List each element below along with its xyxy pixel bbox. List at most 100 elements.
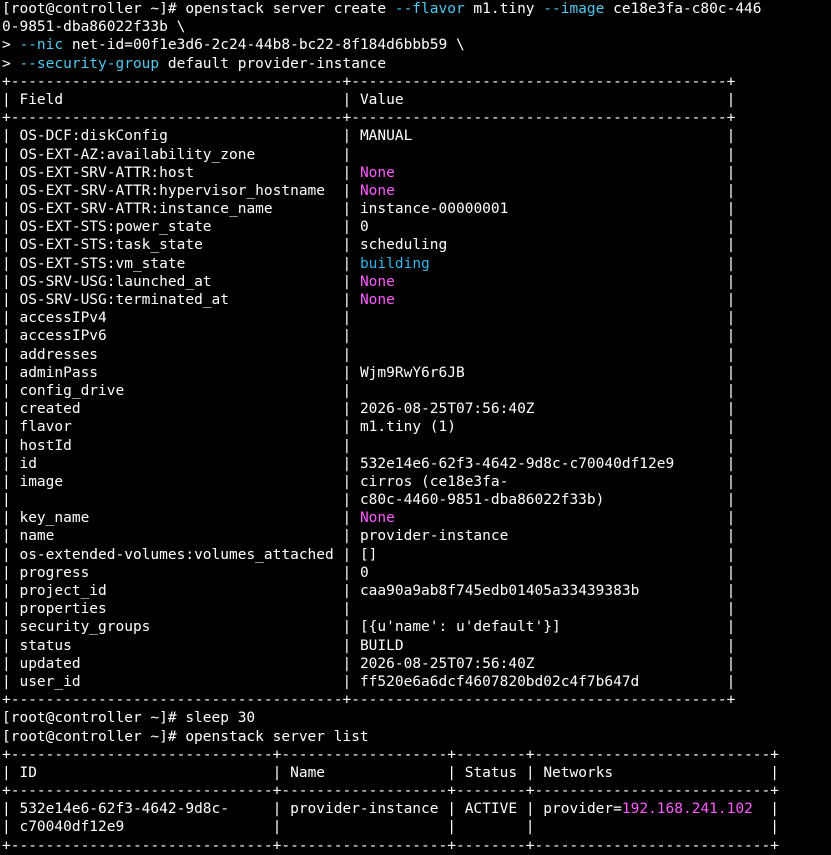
table-row: | OS-EXT-SRV-ATTR:host | None | xyxy=(2,164,831,182)
cell-separator: | xyxy=(333,546,360,563)
table-row: | | c80c-4460-9851-dba86022f33b) | xyxy=(2,491,831,509)
field-name: flavor xyxy=(19,419,72,436)
cell-separator: | xyxy=(150,619,360,636)
field-name: project_id xyxy=(19,583,107,599)
table-border: +------------------------------+--------… xyxy=(2,837,831,855)
cell-separator: | xyxy=(394,182,736,199)
column-header: ID xyxy=(19,764,37,781)
field-name: security_groups xyxy=(19,619,151,636)
field-name: status xyxy=(19,637,72,654)
command-continuation-line: > --nic net-id=00f1e3d6-2c24-44b8-bc22-8… xyxy=(2,36,831,54)
field-name: properties xyxy=(19,601,107,618)
column-header: Networks xyxy=(543,764,614,781)
header-field: Field xyxy=(19,91,64,108)
header-value: Value xyxy=(359,91,404,108)
image-value: ce18e3fa-c80c-446 xyxy=(604,1,762,17)
field-name: created xyxy=(19,401,81,418)
cell-separator: | xyxy=(2,219,20,236)
cell-separator: | xyxy=(2,564,20,581)
field-value: 2026-08-25T07:56:40Z xyxy=(359,401,535,418)
command-line: [root@controller ~]# sleep 30 xyxy=(2,709,831,727)
cell-separator: | xyxy=(98,364,360,381)
cell-separator: | xyxy=(534,655,736,672)
cell-separator: | xyxy=(377,546,736,563)
cell-separator: | xyxy=(2,619,20,636)
cell-separator: | xyxy=(394,510,736,527)
table-border-text: +------------------------------+--------… xyxy=(2,837,779,854)
cell-separator: | xyxy=(438,801,465,818)
cell-separator: | xyxy=(359,382,736,399)
table-border: +------------------------------+--------… xyxy=(2,782,831,800)
cell-separator: | xyxy=(2,91,20,108)
field-value: c80c-4460-9851-dba86022f33b) xyxy=(359,492,605,509)
network-ip: 192.168.241.102 xyxy=(621,801,753,818)
cell-separator: | xyxy=(211,273,360,290)
cell-separator: | xyxy=(429,255,736,272)
cell-separator: | xyxy=(63,473,360,490)
field-value: ff520e6a6dcf4607820bd02c4f7b647d xyxy=(359,673,640,690)
field-value: m1.tiny (1) xyxy=(359,419,456,436)
cell-separator: | xyxy=(359,310,736,327)
cell-separator: | xyxy=(2,455,20,472)
table-border-text: +------------------------------+--------… xyxy=(2,783,779,800)
cell-separator: | xyxy=(2,328,20,345)
command-text: sleep 30 xyxy=(185,710,256,727)
cell-separator: | xyxy=(455,419,736,436)
field-value: 2026-08-25T07:56:40Z xyxy=(359,655,535,672)
cell-separator: | xyxy=(2,237,20,254)
flag-flavor: --flavor xyxy=(394,1,465,17)
cell-separator: | xyxy=(106,583,360,599)
field-value: [] xyxy=(359,546,378,563)
shell-prompt: [root@controller ~]# xyxy=(2,1,186,17)
cell-separator: | xyxy=(639,583,736,599)
cell-separator: | xyxy=(80,655,360,672)
field-name: addresses xyxy=(19,346,99,363)
table-row: | accessIPv6 | | xyxy=(2,327,831,345)
cell-separator: | xyxy=(2,401,20,418)
cell-separator: | xyxy=(447,237,736,254)
shell-prompt: [root@controller ~]# xyxy=(2,710,186,727)
table-row: | key_name | None | xyxy=(2,509,831,527)
flag-security-group: --security-group xyxy=(19,55,160,72)
field-name: OS-EXT-STS:task_state xyxy=(19,237,203,254)
cell-separator: | xyxy=(19,492,360,509)
cell-separator: | xyxy=(2,346,20,363)
field-value: 532e14e6-62f3-4642-9d8c-c70040df12e9 xyxy=(359,455,675,472)
table-row: | addresses | | xyxy=(2,346,831,364)
table-row: | created | 2026-08-25T07:56:40Z | xyxy=(2,400,831,418)
cell-separator: | xyxy=(2,583,20,599)
server-list-table: +------------------------------+--------… xyxy=(2,746,831,855)
command-line: [root@controller ~]# openstack server cr… xyxy=(2,0,831,18)
cell-separator: | xyxy=(36,455,360,472)
field-value: building xyxy=(359,255,430,272)
command-continuation-line: > --security-group default provider-inst… xyxy=(2,55,831,73)
table-row: | accessIPv4 | | xyxy=(2,309,831,327)
cell-separator: | xyxy=(508,201,736,218)
field-value: Wjm9RwY6r6JB xyxy=(359,364,465,381)
cell-separator: | xyxy=(394,164,736,181)
cell-separator: | xyxy=(674,455,736,472)
cell-separator: | xyxy=(228,292,360,308)
cell-separator: | xyxy=(770,764,780,781)
table-row: | OS-EXT-AZ:availability_zone | | xyxy=(2,146,831,164)
cell-separator: | xyxy=(80,401,360,418)
field-value: 0 xyxy=(359,219,369,236)
field-name: image xyxy=(19,473,64,490)
table-row: | project_id | caa90a9ab8f745edb01405a33… xyxy=(2,582,831,600)
cell-separator: | xyxy=(752,801,780,818)
cell-separator: | xyxy=(106,310,360,327)
cell-separator: | xyxy=(464,364,736,381)
field-name: OS-EXT-SRV-ATTR:hypervisor_hostname xyxy=(19,182,326,199)
table-row: | flavor | m1.tiny (1) | xyxy=(2,418,831,436)
table-row: | status | BUILD | xyxy=(2,637,831,655)
table-border: +--------------------------------------+… xyxy=(2,109,831,127)
cell-separator: | xyxy=(2,601,20,618)
terminal-window[interactable]: [root@controller ~]# openstack server cr… xyxy=(0,0,831,854)
cell-separator: | xyxy=(255,146,360,163)
server-id-continued: c70040df12e9 xyxy=(19,819,125,836)
field-name: OS-DCF:diskConfig xyxy=(19,128,168,145)
server-name: provider-instance xyxy=(290,801,439,818)
table-row: | security_groups | [{u'name': u'default… xyxy=(2,618,831,636)
field-value: scheduling xyxy=(359,237,448,254)
flavor-value: m1.tiny xyxy=(464,1,544,17)
